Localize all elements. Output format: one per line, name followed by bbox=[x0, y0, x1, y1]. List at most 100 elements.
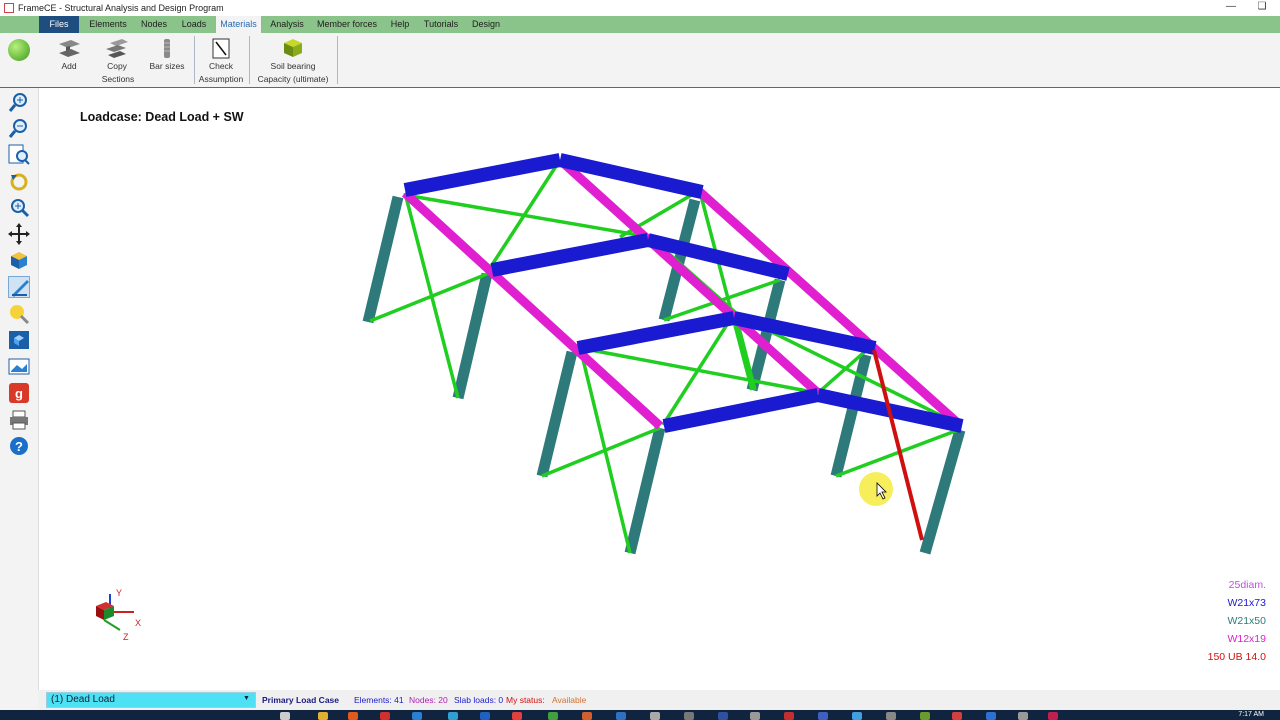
taskbar-app-icon[interactable] bbox=[784, 712, 794, 720]
bar-sizes-button[interactable]: Bar sizes bbox=[144, 37, 190, 71]
help-icon[interactable]: ? bbox=[8, 435, 30, 457]
status-bar: (1) Dead Load ▼ Primary Load Case Elemen… bbox=[38, 690, 1280, 710]
taskbar-app-icon[interactable] bbox=[750, 712, 760, 720]
beam-member[interactable] bbox=[576, 311, 736, 355]
taskbar-app-icon[interactable] bbox=[348, 712, 358, 720]
taskbar-app-icon[interactable] bbox=[616, 712, 626, 720]
legend-item-150ub: 150 UB 14.0 bbox=[1207, 651, 1266, 663]
google-icon[interactable]: g bbox=[8, 382, 30, 404]
taskbar-app-icon[interactable] bbox=[818, 712, 828, 720]
nodes-count: Nodes: 20 bbox=[409, 695, 448, 705]
screenshot-icon[interactable] bbox=[8, 356, 30, 378]
tab-materials[interactable]: Materials bbox=[215, 16, 262, 33]
minimize-button[interactable]: — bbox=[1224, 1, 1238, 12]
bar-icon bbox=[164, 39, 170, 58]
legend-item-w21x73: W21x73 bbox=[1227, 597, 1266, 609]
tab-tutorials[interactable]: Tutorials bbox=[420, 16, 462, 33]
soil-bearing-button[interactable]: Soil bearing bbox=[265, 37, 321, 71]
beam-member[interactable] bbox=[403, 153, 562, 197]
svg-text:?: ? bbox=[15, 439, 23, 454]
taskbar-clock: 7:17 AM bbox=[1238, 711, 1264, 718]
taskbar-app-icon[interactable] bbox=[448, 712, 458, 720]
taskbar-app-icon[interactable] bbox=[548, 712, 558, 720]
taskbar-app-icon[interactable] bbox=[920, 712, 930, 720]
taskbar-app-icon[interactable] bbox=[380, 712, 390, 720]
tab-loads[interactable]: Loads bbox=[177, 16, 211, 33]
taskbar-app-icon[interactable] bbox=[512, 712, 522, 720]
taskbar-app-icon[interactable] bbox=[650, 712, 660, 720]
tab-elements[interactable]: Elements bbox=[87, 16, 129, 33]
zoom-out-icon[interactable] bbox=[8, 117, 30, 139]
axis-x-label: X bbox=[135, 618, 141, 628]
copy-ibeam-icon bbox=[106, 39, 128, 58]
rafter-member[interactable] bbox=[696, 188, 964, 429]
taskbar-app-icon[interactable] bbox=[480, 712, 490, 720]
check-icon bbox=[212, 38, 230, 59]
beam-member[interactable] bbox=[490, 233, 650, 277]
slab-loads-count: Slab loads: 0 bbox=[454, 695, 504, 705]
window-title: FrameCE - Structural Analysis and Design… bbox=[18, 3, 224, 13]
axis-triad: Y X Z bbox=[96, 588, 141, 642]
tab-nodes[interactable]: Nodes bbox=[137, 16, 171, 33]
taskbar-app-icon[interactable] bbox=[280, 712, 290, 720]
zoom-extents-icon[interactable] bbox=[8, 196, 30, 218]
title-bar: FrameCE - Structural Analysis and Design… bbox=[0, 0, 1280, 16]
capacity-group-label: Capacity (ultimate) bbox=[257, 74, 329, 84]
pan-icon[interactable] bbox=[8, 223, 30, 245]
column-member[interactable] bbox=[452, 272, 493, 400]
view-3d-icon[interactable] bbox=[8, 249, 30, 271]
column-member[interactable] bbox=[919, 428, 966, 555]
column-member[interactable] bbox=[624, 426, 666, 555]
ribbon: Add Copy Bar sizes Sections Check Assump… bbox=[0, 33, 1280, 88]
taskbar-app-icon[interactable] bbox=[986, 712, 996, 720]
ribbon-separator bbox=[249, 36, 250, 84]
loadcase-title: Loadcase: Dead Load + SW bbox=[80, 110, 244, 124]
light-icon[interactable] bbox=[8, 303, 30, 325]
restore-button[interactable]: ❏ bbox=[1255, 1, 1269, 12]
app-ball-icon[interactable] bbox=[8, 39, 30, 61]
soil-cube-icon bbox=[284, 39, 302, 57]
taskbar-app-icon[interactable] bbox=[582, 712, 592, 720]
taskbar-app-icon[interactable] bbox=[852, 712, 862, 720]
add-section-button[interactable]: Add bbox=[46, 37, 92, 71]
tab-design[interactable]: Design bbox=[468, 16, 504, 33]
taskbar-app-icon[interactable] bbox=[718, 712, 728, 720]
box-view-icon[interactable] bbox=[8, 329, 30, 351]
column-member[interactable] bbox=[362, 195, 404, 324]
taskbar-app-icon[interactable] bbox=[318, 712, 328, 720]
load-case-value: (1) Dead Load bbox=[51, 694, 115, 705]
rotate-icon[interactable] bbox=[8, 170, 30, 192]
check-assumption-button[interactable]: Check bbox=[198, 37, 244, 71]
zoom-window-icon[interactable] bbox=[8, 144, 30, 166]
taskbar-app-icon[interactable] bbox=[886, 712, 896, 720]
load-case-select[interactable]: (1) Dead Load bbox=[46, 692, 256, 708]
draw-mode-icon[interactable] bbox=[8, 276, 30, 298]
chevron-down-icon[interactable]: ▼ bbox=[243, 695, 250, 702]
model-viewport[interactable]: Y X Z bbox=[39, 88, 1280, 688]
taskbar-app-icon[interactable] bbox=[1048, 712, 1058, 720]
section-legend: 25diam. W21x73 W21x50 W12x19 150 UB 14.0 bbox=[1208, 576, 1266, 666]
copy-section-button[interactable]: Copy bbox=[94, 37, 140, 71]
axis-y-label: Y bbox=[116, 588, 122, 598]
legend-item-25diam: 25diam. bbox=[1228, 579, 1266, 591]
print-icon[interactable] bbox=[8, 409, 30, 431]
ribbon-separator bbox=[194, 36, 195, 84]
app-icon bbox=[4, 3, 14, 13]
copy-label: Copy bbox=[107, 61, 127, 71]
taskbar-app-icon[interactable] bbox=[952, 712, 962, 720]
tab-help[interactable]: Help bbox=[386, 16, 414, 33]
rafter-member[interactable] bbox=[401, 189, 664, 430]
soil-bearing-label: Soil bearing bbox=[270, 61, 316, 71]
cursor-highlight bbox=[859, 472, 893, 506]
taskbar-app-icon[interactable] bbox=[412, 712, 422, 720]
tab-member-forces[interactable]: Member forces bbox=[313, 16, 381, 33]
zoom-in-icon[interactable] bbox=[8, 91, 30, 113]
assumption-group-label: Assumption bbox=[198, 74, 244, 84]
taskbar-app-icon[interactable] bbox=[684, 712, 694, 720]
taskbar-app-icon[interactable] bbox=[1018, 712, 1028, 720]
ibeam-icon bbox=[59, 40, 80, 57]
column-member[interactable] bbox=[536, 350, 578, 478]
tab-files[interactable]: Files bbox=[39, 16, 79, 33]
tab-analysis[interactable]: Analysis bbox=[266, 16, 308, 33]
beam-member[interactable] bbox=[662, 388, 820, 433]
